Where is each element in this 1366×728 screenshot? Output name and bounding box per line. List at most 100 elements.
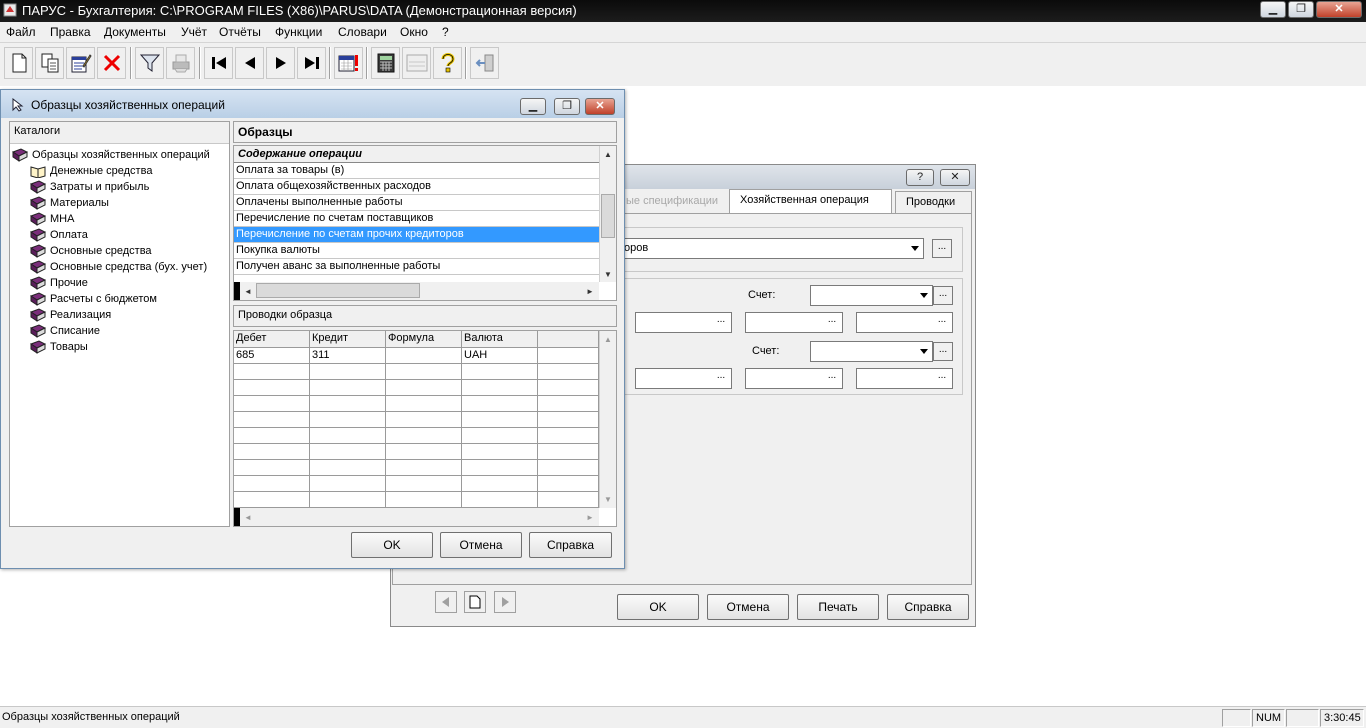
menu-file[interactable]: Файл [6,25,36,39]
operations-vscrollbar[interactable]: ▲ ▼ [599,146,616,282]
empty-cell[interactable] [386,460,462,476]
empty-cell[interactable] [234,476,310,492]
tab-business-operation[interactable]: Хозяйственная операция [729,189,892,216]
cancel-button[interactable]: Отмена [707,594,789,620]
empty-cell[interactable] [386,476,462,492]
empty-cell[interactable] [538,492,599,508]
calculator-button[interactable] [371,47,400,79]
empty-cell[interactable] [462,460,538,476]
empty-cell[interactable] [386,380,462,396]
minimize-button[interactable]: ▁ [520,98,546,115]
menu-documents[interactable]: Документы [104,25,166,39]
operation-row[interactable]: Оплачены выполненные работы [234,195,599,211]
empty-cell[interactable] [386,428,462,444]
empty-cell[interactable] [538,444,599,460]
help-button[interactable]: Справка [887,594,969,620]
empty-cell[interactable] [462,476,538,492]
chevron-down-icon[interactable] [907,239,923,258]
debit-analytics-1[interactable]: ... [635,312,732,333]
scroll-left-icon[interactable]: ◄ [240,509,256,525]
print-button[interactable] [166,47,195,79]
empty-cell[interactable] [462,396,538,412]
empty-cell[interactable] [386,492,462,508]
debit-analytics-2-ellipsis[interactable]: ... [822,313,842,332]
credit-analytics-1-ellipsis[interactable]: ... [711,369,731,388]
maximize-button[interactable]: ❐ [554,98,580,115]
empty-cell[interactable] [310,412,386,428]
credit-analytics-3-ellipsis[interactable]: ... [932,369,952,388]
debit-analytics-2[interactable]: ... [745,312,843,333]
empty-cell[interactable] [462,492,538,508]
empty-cell[interactable] [310,492,386,508]
empty-cell[interactable] [462,380,538,396]
empty-cell[interactable] [538,380,599,396]
scroll-right-icon[interactable]: ► [582,509,598,525]
debit-account-ellipsis[interactable]: ... [933,286,953,305]
empty-cell[interactable] [234,444,310,460]
credit-analytics-3[interactable]: ... [856,368,953,389]
filter-button[interactable] [135,47,164,79]
close-button[interactable]: ✕ [585,98,615,115]
print-button[interactable]: Печать [797,594,879,620]
posting-cell[interactable] [538,348,599,364]
copy-doc-button[interactable] [35,47,64,79]
debit-analytics-1-ellipsis[interactable]: ... [711,313,731,332]
scroll-up-icon[interactable]: ▲ [600,331,616,347]
operations-hscrollbar[interactable]: ◄ ► [240,282,599,300]
scroll-down-icon[interactable]: ▼ [600,491,616,507]
column-header-formula[interactable]: Формула [386,331,462,348]
empty-cell[interactable] [462,364,538,380]
operation-combo[interactable]: оров [621,238,924,259]
operation-row[interactable]: Оплата за товары (в) [234,163,599,179]
empty-cell[interactable] [462,412,538,428]
new-doc-button[interactable] [4,47,33,79]
operation-row[interactable]: Получен аванс за выполненные работы [234,259,599,275]
operation-row[interactable]: Перечисление по счетам поставщиков [234,211,599,227]
operation-row[interactable]: Покупка валюты [234,243,599,259]
menu-accounting[interactable]: Учёт [181,25,207,39]
column-header-debit[interactable]: Дебет [234,331,310,348]
posting-cell[interactable]: 311 [310,348,386,364]
empty-cell[interactable] [386,364,462,380]
empty-cell[interactable] [538,396,599,412]
credit-analytics-2[interactable]: ... [745,368,843,389]
dialog-close-button[interactable]: ✕ [940,169,970,186]
menu-edit[interactable]: Правка [50,25,91,39]
empty-cell[interactable] [234,428,310,444]
credit-account-ellipsis[interactable]: ... [933,342,953,361]
empty-cell[interactable] [310,396,386,412]
maximize-button[interactable]: ❐ [1288,1,1314,18]
chevron-down-icon[interactable] [916,286,932,305]
first-record-button[interactable] [204,47,233,79]
chevron-down-icon[interactable] [916,342,932,361]
empty-cell[interactable] [538,460,599,476]
empty-cell[interactable] [386,412,462,428]
posting-cell[interactable]: 685 [234,348,310,364]
empty-cell[interactable] [386,396,462,412]
last-record-button[interactable] [297,47,326,79]
empty-cell[interactable] [234,396,310,412]
credit-account-combo[interactable] [810,341,933,362]
edit-doc-button[interactable] [66,47,95,79]
empty-cell[interactable] [310,380,386,396]
empty-cell[interactable] [462,428,538,444]
scroll-left-icon[interactable]: ◄ [240,283,256,299]
operation-row[interactable]: Перечисление по счетам прочих кредиторов [234,227,599,243]
menu-help[interactable]: ? [442,25,449,39]
posting-cell[interactable] [386,348,462,364]
empty-cell[interactable] [310,364,386,380]
postings-hscrollbar[interactable]: ◄ ► [240,508,599,526]
empty-cell[interactable] [234,412,310,428]
help-button[interactable] [433,47,462,79]
posting-cell[interactable]: UAH [462,348,538,364]
empty-cell[interactable] [234,492,310,508]
menu-functions[interactable]: Функции [275,25,322,39]
dialog-help-button[interactable]: ? [906,169,934,186]
next-record-button[interactable] [266,47,295,79]
menu-dictionaries[interactable]: Словари [338,25,387,39]
debit-analytics-3-ellipsis[interactable]: ... [932,313,952,332]
exit-button[interactable] [470,47,499,79]
close-button[interactable]: ✕ [1316,1,1362,18]
new-spec-button[interactable] [464,591,486,613]
tab-specifications[interactable]: ые спецификации [616,191,726,215]
